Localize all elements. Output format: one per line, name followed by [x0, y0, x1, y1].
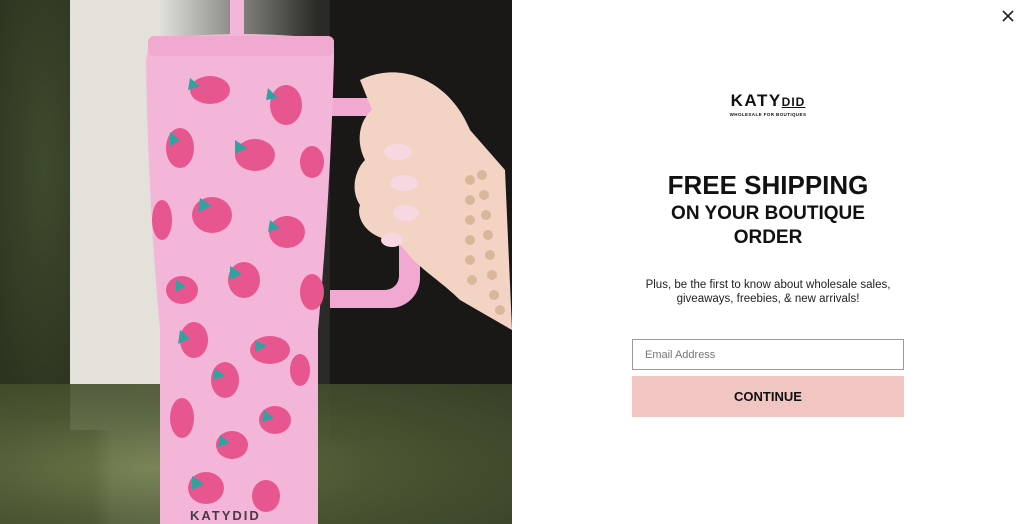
close-button[interactable] [998, 6, 1018, 26]
signup-panel [512, 0, 1024, 524]
tumbler-illustration [146, 0, 512, 524]
logo-tagline: WHOLESALE FOR BOUTIQUES [729, 112, 807, 117]
katydid-logo: KATYDID WHOLESALE FOR BOUTIQUES [713, 91, 823, 118]
headline-line3: ORDER [733, 227, 803, 248]
email-input[interactable] [632, 339, 904, 370]
logo-accent-text: DID [781, 95, 806, 109]
headline-line2: ON YOUR BOUTIQUE [671, 203, 865, 224]
fingernail [381, 233, 403, 247]
promo-subtext: Plus, be the first to know about wholesa… [645, 279, 891, 305]
signup-popup: KATYDID KATYDID WHOLESALE FOR BOUTIQUES … [0, 0, 1024, 524]
tumbler-lid [148, 36, 334, 56]
logo-main-text: KATY [730, 91, 782, 110]
product-photo: KATYDID [0, 0, 512, 524]
close-icon [1002, 10, 1014, 22]
headline-line1: FREE SHIPPING [667, 170, 869, 200]
fingernail [384, 144, 412, 160]
fingernail [390, 175, 418, 191]
fingernail [393, 205, 419, 221]
continue-button[interactable]: CONTINUE [632, 376, 904, 417]
tumbler-brand-text: KATYDID [190, 508, 261, 523]
